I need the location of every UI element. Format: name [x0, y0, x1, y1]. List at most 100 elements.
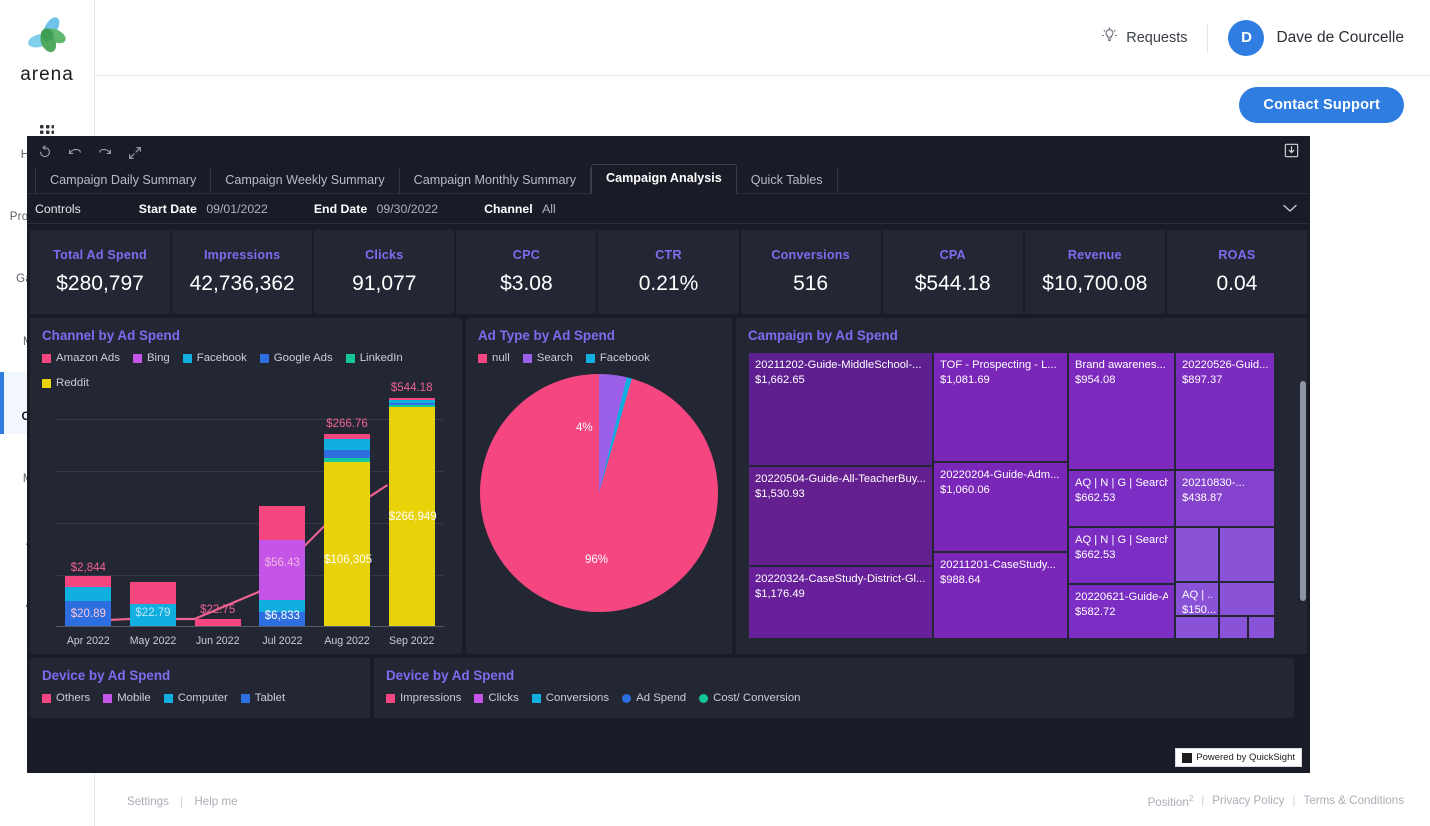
treemap-tile[interactable] — [1219, 582, 1275, 616]
bar-stack[interactable] — [194, 619, 241, 626]
bar-stack[interactable]: $106,305 — [324, 434, 372, 626]
chevron-down-icon[interactable] — [1282, 202, 1298, 216]
legend-swatch — [622, 693, 632, 703]
redo-icon[interactable] — [97, 145, 113, 161]
legend-item[interactable]: Google Ads — [259, 352, 333, 364]
legend-swatch — [531, 693, 541, 703]
bar-column-aug-2022[interactable]: $266.76 $106,305 — [315, 397, 380, 626]
bar-segment-google-ads[interactable] — [324, 450, 371, 458]
kpi-cpc: CPC $3.08 — [456, 230, 597, 314]
quicksight-logo-icon — [1182, 752, 1193, 763]
user-menu[interactable]: D Dave de Courcelle — [1228, 19, 1404, 56]
start-date-control[interactable]: Start Date 09/01/2022 — [139, 202, 268, 216]
bar-segment-amazon-ads[interactable] — [130, 582, 176, 604]
legend-item[interactable]: Conversions — [531, 692, 609, 704]
treemap-tile[interactable]: 20220324-CaseStudy-District-Gl... $1,176… — [748, 566, 933, 639]
treemap-tile[interactable]: 20220504-Guide-All-TeacherBuy... $1,530.… — [748, 466, 933, 566]
bar-column-may-2022[interactable]: $22.79 — [121, 397, 186, 626]
legend-item[interactable]: Facebook — [585, 352, 650, 364]
treemap-tile[interactable]: AQ | N | G | Search | ... $662.53 — [1068, 470, 1175, 527]
tile-name: AQ | N | G | Search | ... — [1075, 534, 1168, 546]
dashboard-scrollbar[interactable] — [1300, 226, 1308, 771]
export-icon[interactable] — [1283, 142, 1300, 159]
treemap-tile[interactable]: AQ | ... $150... — [1175, 582, 1219, 616]
treemap-tile[interactable]: 20220204-Guide-Adm... $1,060.06 — [933, 462, 1068, 552]
tile-name: 20220621-Guide-All-... — [1075, 591, 1168, 603]
treemap-tile[interactable]: 20210830-... $438.87 — [1175, 470, 1275, 527]
tile-name: 20220204-Guide-Adm... — [940, 469, 1060, 481]
tab-campaign-monthly-summary[interactable]: Campaign Monthly Summary — [400, 168, 592, 194]
footer-link-position[interactable]: Position2 — [1148, 794, 1194, 809]
legend-item[interactable]: Facebook — [182, 352, 247, 364]
legend-item[interactable]: Computer — [163, 692, 228, 704]
legend-item[interactable]: Others — [42, 692, 90, 704]
legend-item[interactable]: Tablet — [240, 692, 285, 704]
footer-link-privacy-policy[interactable]: Privacy Policy — [1212, 794, 1284, 807]
app-logo[interactable]: arena — [20, 0, 74, 86]
legend-item[interactable]: Reddit — [42, 377, 89, 389]
kpi-row: Total Ad Spend $280,797 Impressions 42,7… — [27, 230, 1310, 314]
logo-text: arena — [20, 64, 74, 85]
treemap-tile[interactable]: AQ | N | G | Search | ... $662.53 — [1068, 527, 1175, 584]
requests-button[interactable]: Requests — [1101, 27, 1187, 48]
treemap-tile[interactable] — [1175, 527, 1219, 582]
tab-campaign-analysis[interactable]: Campaign Analysis — [591, 164, 737, 194]
treemap-tile[interactable] — [1219, 616, 1248, 639]
tile-value: $582.72 — [1075, 606, 1116, 619]
bar-column-jul-2022[interactable]: $56.43 $6,833 — [250, 397, 315, 626]
bar-stack[interactable]: $266,949 — [388, 398, 437, 626]
treemap-tile[interactable]: TOF - Prospecting - L... $1,081.69 — [933, 352, 1068, 462]
legend-item[interactable]: null — [478, 352, 510, 364]
bar-stack[interactable]: $56.43 $6,833 — [259, 506, 306, 626]
tab-campaign-daily-summary[interactable]: Campaign Daily Summary — [35, 168, 212, 194]
legend-item[interactable]: LinkedIn — [345, 352, 403, 364]
treemap-tile[interactable]: 20220526-Guid... $897.37 — [1175, 352, 1275, 470]
legend-item[interactable]: Impressions — [386, 692, 461, 704]
treemap-tile[interactable] — [1175, 616, 1219, 639]
tab-campaign-weekly-summary[interactable]: Campaign Weekly Summary — [211, 168, 400, 194]
contact-support-button[interactable]: Contact Support — [1239, 87, 1404, 123]
bar-column-jun-2022[interactable]: $22.75 — [185, 397, 250, 626]
bar-segment-reddit[interactable] — [324, 462, 371, 626]
bar-column-apr-2022[interactable]: $2,844 $20.89 — [56, 397, 121, 626]
kpi-ctr: CTR 0.21% — [598, 230, 739, 314]
pie-slices[interactable]: 4% 96% — [480, 374, 718, 612]
treemap-tile[interactable] — [1219, 527, 1275, 582]
legend-label: Others — [56, 692, 91, 704]
legend-label: Clicks — [488, 692, 519, 704]
bar-segment-amazon-ads[interactable] — [194, 619, 241, 626]
footer-link-help-me[interactable]: Help me — [194, 795, 237, 808]
undo-icon[interactable] — [67, 145, 83, 161]
reset-icon[interactable] — [37, 145, 53, 161]
footer-link-settings[interactable]: Settings — [127, 795, 169, 808]
channel-control[interactable]: Channel All — [484, 202, 556, 216]
treemap-tile[interactable]: 20211202-Guide-MiddleSchool-... $1,662.6… — [748, 352, 933, 466]
legend-item[interactable]: Clicks — [474, 692, 519, 704]
legend-item[interactable]: Amazon Ads — [42, 352, 120, 364]
treemap-tile[interactable] — [1248, 616, 1275, 639]
treemap-tile[interactable]: Brand awarenes... $954.08 — [1068, 352, 1175, 470]
bar-segment-amazon-ads[interactable] — [65, 576, 112, 587]
bar-stack[interactable]: $20.89 — [65, 576, 112, 626]
requests-label: Requests — [1126, 29, 1188, 46]
bar-column-sep-2022[interactable]: $544.18 $266,949 — [379, 382, 444, 626]
bar-segment-amazon-ads[interactable] — [259, 506, 306, 540]
legend-item[interactable]: Mobile — [103, 692, 151, 704]
end-date-control[interactable]: End Date 09/30/2022 — [314, 202, 438, 216]
legend-item[interactable]: Bing — [132, 352, 170, 364]
legend-item[interactable]: Cost/ Conversion — [699, 692, 801, 704]
bar-segment-facebook[interactable] — [65, 587, 112, 601]
bar-segment-facebook[interactable] — [324, 439, 371, 450]
footer-position-sup: 2 — [1188, 793, 1194, 803]
legend-item[interactable]: Ad Spend — [622, 692, 686, 704]
expand-icon[interactable] — [127, 145, 143, 161]
bar-segment-bing[interactable] — [259, 540, 306, 600]
tab-quick-tables[interactable]: Quick Tables — [737, 168, 838, 194]
treemap-tile[interactable]: 20211201-CaseStudy... $988.64 — [933, 552, 1068, 639]
legend-item[interactable]: Search — [522, 352, 573, 364]
bars-group: $2,844 $20.89 $22.79 $22.75 $56.43 $6,83… — [56, 382, 444, 626]
footer-link-terms-conditions[interactable]: Terms & Conditions — [1303, 794, 1404, 807]
treemap-tile[interactable]: 20220621-Guide-All-... $582.72 — [1068, 584, 1175, 639]
channel-label: Channel — [484, 201, 533, 216]
scrollbar-thumb[interactable] — [1300, 381, 1306, 601]
